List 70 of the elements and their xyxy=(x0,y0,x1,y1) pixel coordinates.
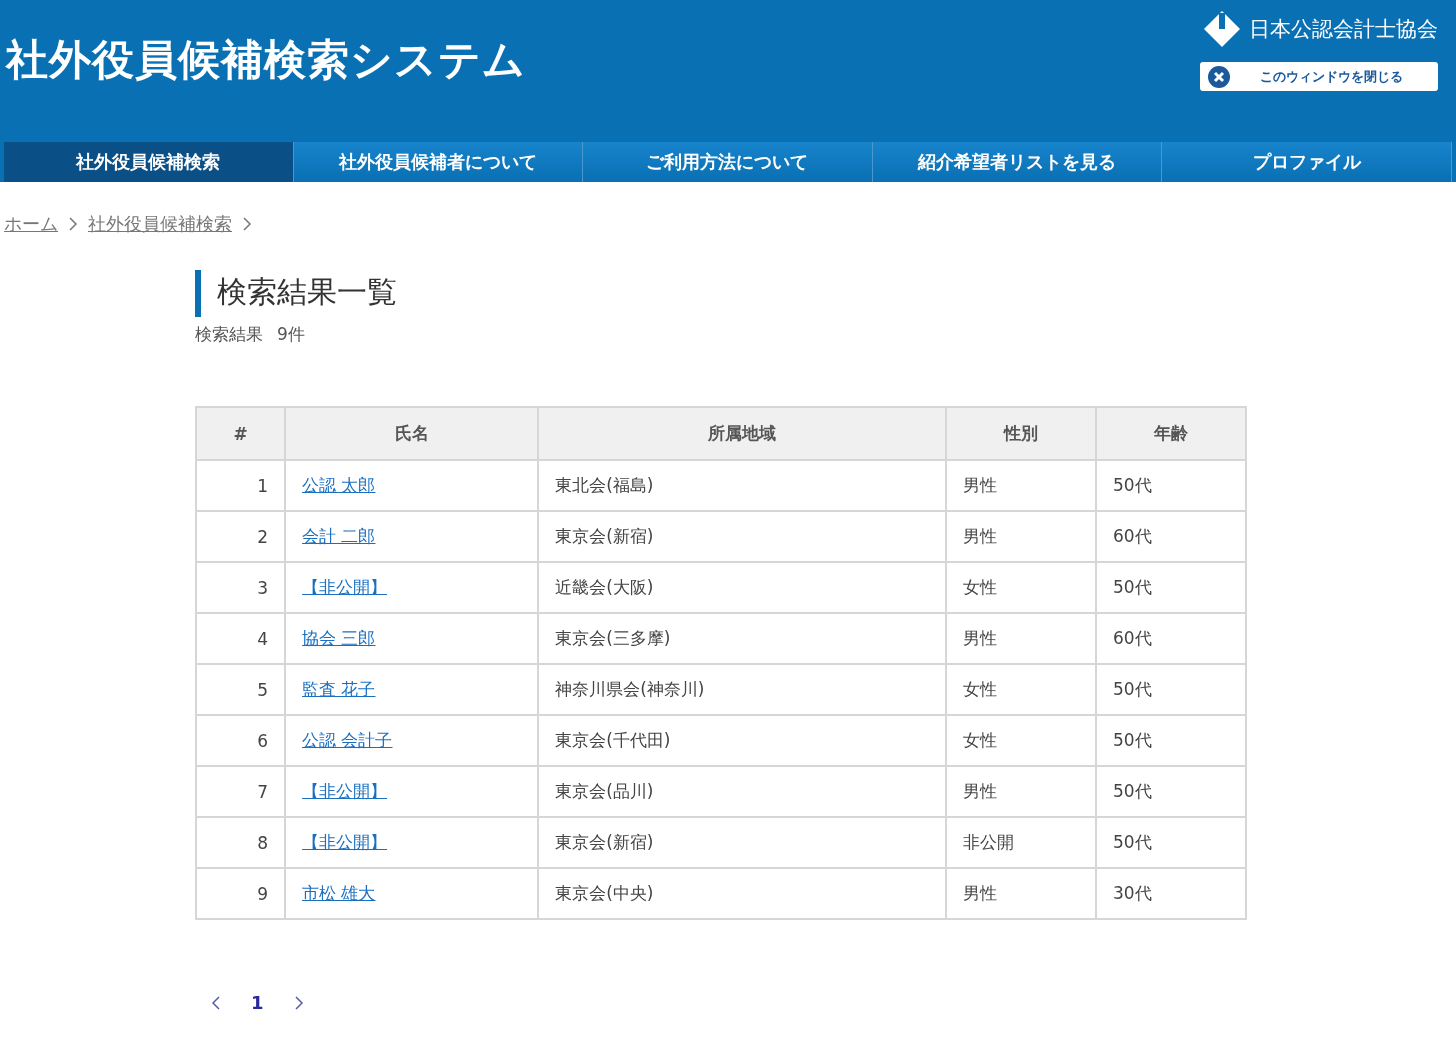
table-cell: 東京会(品川) xyxy=(538,766,946,817)
table-cell: 5 xyxy=(196,664,286,715)
column-header: 年齢 xyxy=(1095,407,1246,460)
table-cell: 60代 xyxy=(1095,613,1246,664)
chevron-right-icon xyxy=(242,216,252,232)
table-cell: 4 xyxy=(196,613,286,664)
breadcrumb-link[interactable]: 社外役員候補検索 xyxy=(88,212,232,236)
table-cell: 2 xyxy=(196,511,286,562)
candidate-name-link[interactable]: 協会 三郎 xyxy=(302,628,376,648)
table-cell: 30代 xyxy=(1095,868,1246,919)
table-cell: 50代 xyxy=(1095,715,1246,766)
candidate-name-link[interactable]: 公認 太郎 xyxy=(302,475,376,495)
next-page-icon[interactable] xyxy=(293,994,304,1011)
table-cell: 東北会(福島) xyxy=(538,460,946,511)
candidate-name-link[interactable]: 会計 二郎 xyxy=(302,526,376,546)
previous-page-icon[interactable] xyxy=(211,994,221,1011)
candidate-name-link[interactable]: 【非公開】 xyxy=(302,577,388,597)
nav-tab[interactable]: 社外役員候補検索 xyxy=(4,142,294,182)
table-cell: 6 xyxy=(196,715,286,766)
breadcrumb-link[interactable]: ホーム xyxy=(4,212,58,236)
table-cell: 女性 xyxy=(946,664,1096,715)
nav-tab[interactable]: ご利用方法について xyxy=(583,142,873,182)
nav-tab[interactable]: プロファイル xyxy=(1162,142,1452,182)
table-cell: 50代 xyxy=(1095,766,1246,817)
candidate-name-link[interactable]: 【非公開】 xyxy=(302,832,388,852)
table-cell: 男性 xyxy=(946,511,1096,562)
column-header: # xyxy=(196,407,286,460)
table-cell: 東京会(三多摩) xyxy=(538,613,946,664)
table-cell: 50代 xyxy=(1095,460,1246,511)
table-cell: 男性 xyxy=(946,766,1096,817)
table-cell: 60代 xyxy=(1095,511,1246,562)
table-cell: 50代 xyxy=(1095,817,1246,868)
table-cell: 8 xyxy=(196,817,286,868)
diamond-logo-icon xyxy=(1203,10,1241,48)
candidate-name-link[interactable]: 【非公開】 xyxy=(302,781,388,801)
table-cell: 9 xyxy=(196,868,286,919)
table-cell: 神奈川県会(神奈川) xyxy=(538,664,946,715)
nav-tab[interactable]: 紹介希望者リストを見る xyxy=(872,142,1163,182)
nav-tab[interactable]: 社外役員候補者について xyxy=(293,142,584,182)
table-cell: 7 xyxy=(196,766,286,817)
table-cell: 男性 xyxy=(946,460,1096,511)
result-count: 9件 xyxy=(277,323,305,346)
table-cell: 50代 xyxy=(1095,562,1246,613)
table-cell: 近畿会(大阪) xyxy=(538,562,946,613)
section-heading: 検索結果一覧 xyxy=(195,270,1247,317)
candidate-name-link[interactable]: 監査 花子 xyxy=(302,679,376,699)
table-cell: 女性 xyxy=(946,715,1096,766)
table-cell: 3 xyxy=(196,562,286,613)
column-header: 性別 xyxy=(946,407,1096,460)
page-link[interactable]: 1 xyxy=(251,992,264,1013)
close-icon xyxy=(1208,65,1230,88)
table-cell: 男性 xyxy=(946,613,1096,664)
chevron-right-icon xyxy=(68,216,78,232)
column-header: 所属地域 xyxy=(538,407,946,460)
table-cell: 男性 xyxy=(946,868,1096,919)
table-cell: 東京会(中央) xyxy=(538,868,946,919)
table-cell: 東京会(新宿) xyxy=(538,817,946,868)
table-cell: 女性 xyxy=(946,562,1096,613)
table-cell: 非公開 xyxy=(946,817,1096,868)
table-cell: 東京会(千代田) xyxy=(538,715,946,766)
organization-name: 日本公認会計士協会 xyxy=(1249,16,1438,43)
close-window-button[interactable]: このウィンドウを閉じる xyxy=(1200,62,1438,91)
candidate-name-link[interactable]: 市松 雄大 xyxy=(302,883,376,903)
column-header: 氏名 xyxy=(285,407,539,460)
candidate-name-link[interactable]: 公認 会計子 xyxy=(302,730,393,750)
page-title: 社外役員候補検索システム xyxy=(6,34,526,86)
table-cell: 東京会(新宿) xyxy=(538,511,946,562)
result-count-label: 検索結果 xyxy=(195,323,263,346)
table-cell: 1 xyxy=(196,460,286,511)
table-cell: 50代 xyxy=(1095,664,1246,715)
